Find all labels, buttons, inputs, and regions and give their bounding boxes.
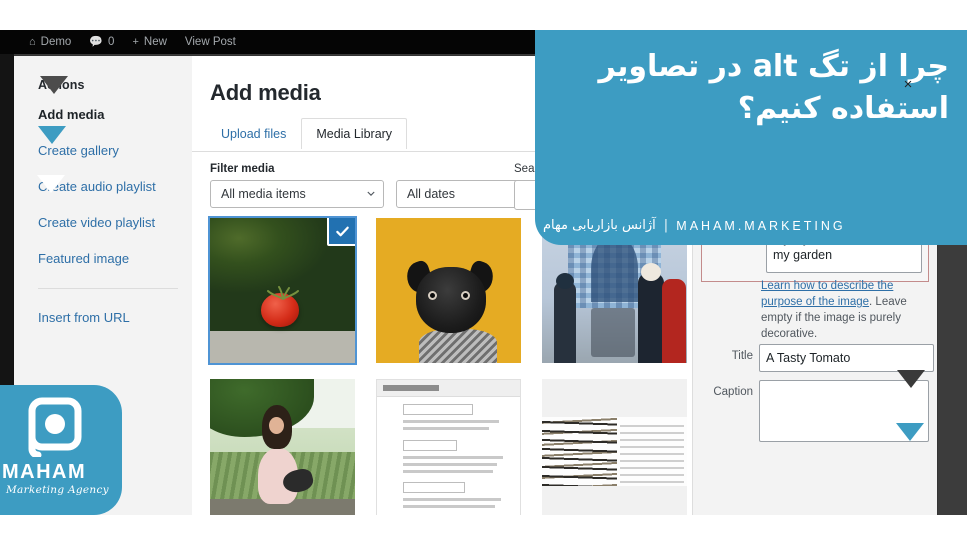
selected-checkmark[interactable] (327, 218, 355, 246)
admin-bar-site-label: Demo (40, 36, 72, 48)
media-item-girl[interactable] (210, 379, 355, 515)
headline-text: چرا از تگ alt در تصاویر استفاده کنیم؟ (598, 49, 949, 126)
wordpress-home-icon: ⌂ (29, 35, 36, 48)
admin-bar-items: ⌂ Demo 💬 0 + New View Post (20, 30, 245, 54)
pug-thumbnail (376, 218, 521, 363)
alt-text-help: Learn how to describe the purpose of the… (761, 278, 927, 342)
cursor-triangle-add-media (38, 126, 66, 144)
tab-upload-files[interactable]: Upload files (206, 118, 301, 149)
sidebar-item-create-video-playlist[interactable]: Create video playlist (38, 216, 178, 230)
brand-divider: | (663, 218, 669, 233)
caption-label: Caption (713, 386, 753, 398)
maham-logo-name: MAHAM (2, 461, 87, 483)
caption-field-group: Caption (701, 380, 929, 442)
admin-bar-site-name[interactable]: ⌂ Demo (20, 30, 80, 54)
brand-farsi: آژانس بازاریابی مهام (543, 218, 656, 233)
girl-with-ukulele-thumbnail (210, 379, 355, 515)
media-item-brush[interactable] (542, 379, 687, 515)
filter-media-label: Filter media (210, 163, 275, 175)
page-title: Add media (210, 80, 321, 105)
tomato-stem-icon (266, 286, 299, 301)
chevron-down-icon (367, 191, 375, 196)
comment-icon: 💬 (89, 35, 104, 48)
sidebar-item-create-gallery[interactable]: Create gallery (38, 144, 178, 158)
maham-logo: MAHAM Marketing Agency (0, 385, 122, 515)
maham-logo-tagline: Marketing Agency (6, 484, 109, 496)
title-input[interactable] (759, 344, 934, 372)
media-type-select-value: All media items (221, 187, 306, 201)
title-field-group: Title (701, 344, 934, 372)
sidebar-item-insert-from-url[interactable]: Insert from URL (38, 311, 178, 325)
media-grid (208, 216, 687, 515)
headline-banner: چرا از تگ alt در تصاویر استفاده کنیم؟ MA… (535, 30, 967, 245)
admin-bar-view-post-label: View Post (184, 36, 236, 48)
check-icon (335, 226, 349, 236)
brand-latin: MAHAM.MARKETING (676, 218, 846, 233)
plus-icon: + (132, 35, 139, 48)
sidebar-item-add-media[interactable]: Add media (38, 108, 178, 122)
media-item-pug[interactable] (376, 218, 521, 363)
media-tabs: Upload files Media Library (206, 118, 408, 149)
admin-bar-view-post[interactable]: View Post (176, 30, 245, 54)
admin-bar-comments[interactable]: 💬 0 (80, 30, 123, 54)
title-label: Title (731, 350, 753, 362)
admin-bar-comment-count: 0 (108, 36, 115, 48)
cursor-triangle-audio-playlist (37, 175, 65, 193)
close-icon[interactable]: × (898, 74, 918, 94)
admin-bar-new-label: New (143, 36, 167, 48)
date-filter-select-value: All dates (407, 187, 455, 201)
sidebar-divider (38, 288, 178, 289)
filter-controls: All media items All dates (210, 180, 538, 208)
admin-bar-new[interactable]: + New (123, 30, 175, 54)
cursor-triangle-alt-help (897, 370, 925, 388)
media-type-select[interactable]: All media items (210, 180, 384, 208)
media-item-tomato[interactable] (208, 216, 357, 365)
cursor-triangle-title-field (896, 423, 924, 441)
tab-media-library[interactable]: Media Library (301, 118, 408, 149)
settings-screenshot-thumbnail (376, 379, 521, 515)
media-item-settings-screenshot[interactable] (376, 379, 521, 515)
brand-strip: MAHAM.MARKETING | آژانس بازاریابی مهام (543, 218, 951, 233)
sidebar-item-featured-image[interactable]: Featured image (38, 252, 178, 266)
brush-strokes-thumbnail (542, 379, 687, 515)
maham-logo-icon (28, 397, 82, 457)
cursor-triangle-actions (40, 76, 68, 94)
screenshot-canvas: ⌂ Demo 💬 0 + New View Post Howdy, John S… (0, 0, 967, 550)
